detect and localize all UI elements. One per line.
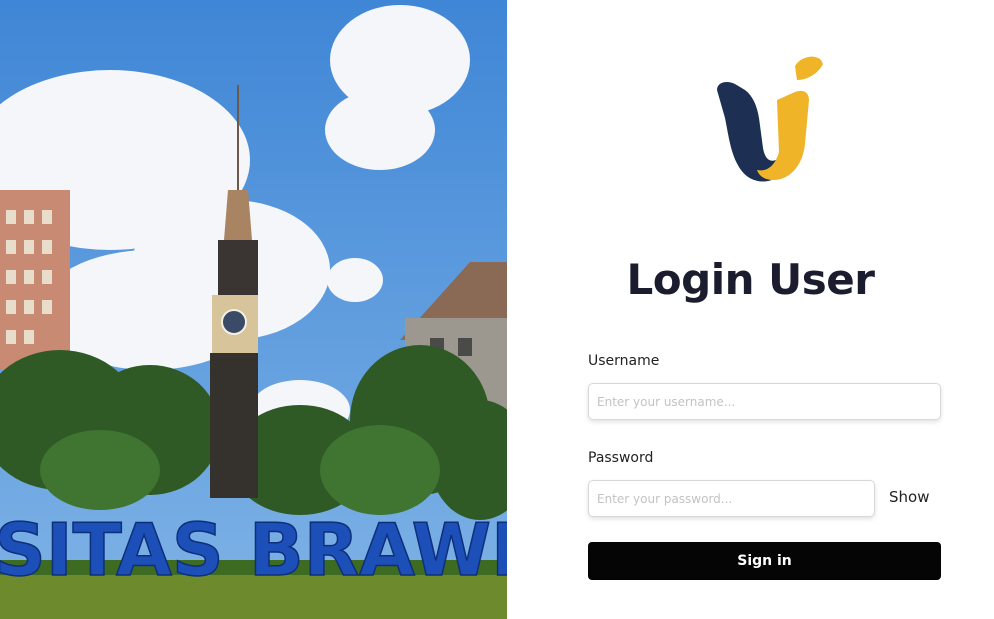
campus-photo-illustration: SITAS BRAWIJ <box>0 0 507 619</box>
password-label: Password <box>588 450 654 466</box>
campus-photo: SITAS BRAWIJ <box>0 0 507 619</box>
login-panel: Login User Username Password Show Sign i… <box>507 0 994 619</box>
username-label: Username <box>588 353 660 369</box>
username-input[interactable] <box>588 383 941 420</box>
password-input[interactable] <box>588 480 875 517</box>
campus-sign-text: SITAS BRAWIJ <box>0 508 507 592</box>
brand-logo-icon <box>717 56 823 182</box>
show-password-toggle[interactable]: Show <box>889 488 929 506</box>
page-title: Login User <box>626 255 875 304</box>
sign-in-button[interactable]: Sign in <box>588 542 941 580</box>
